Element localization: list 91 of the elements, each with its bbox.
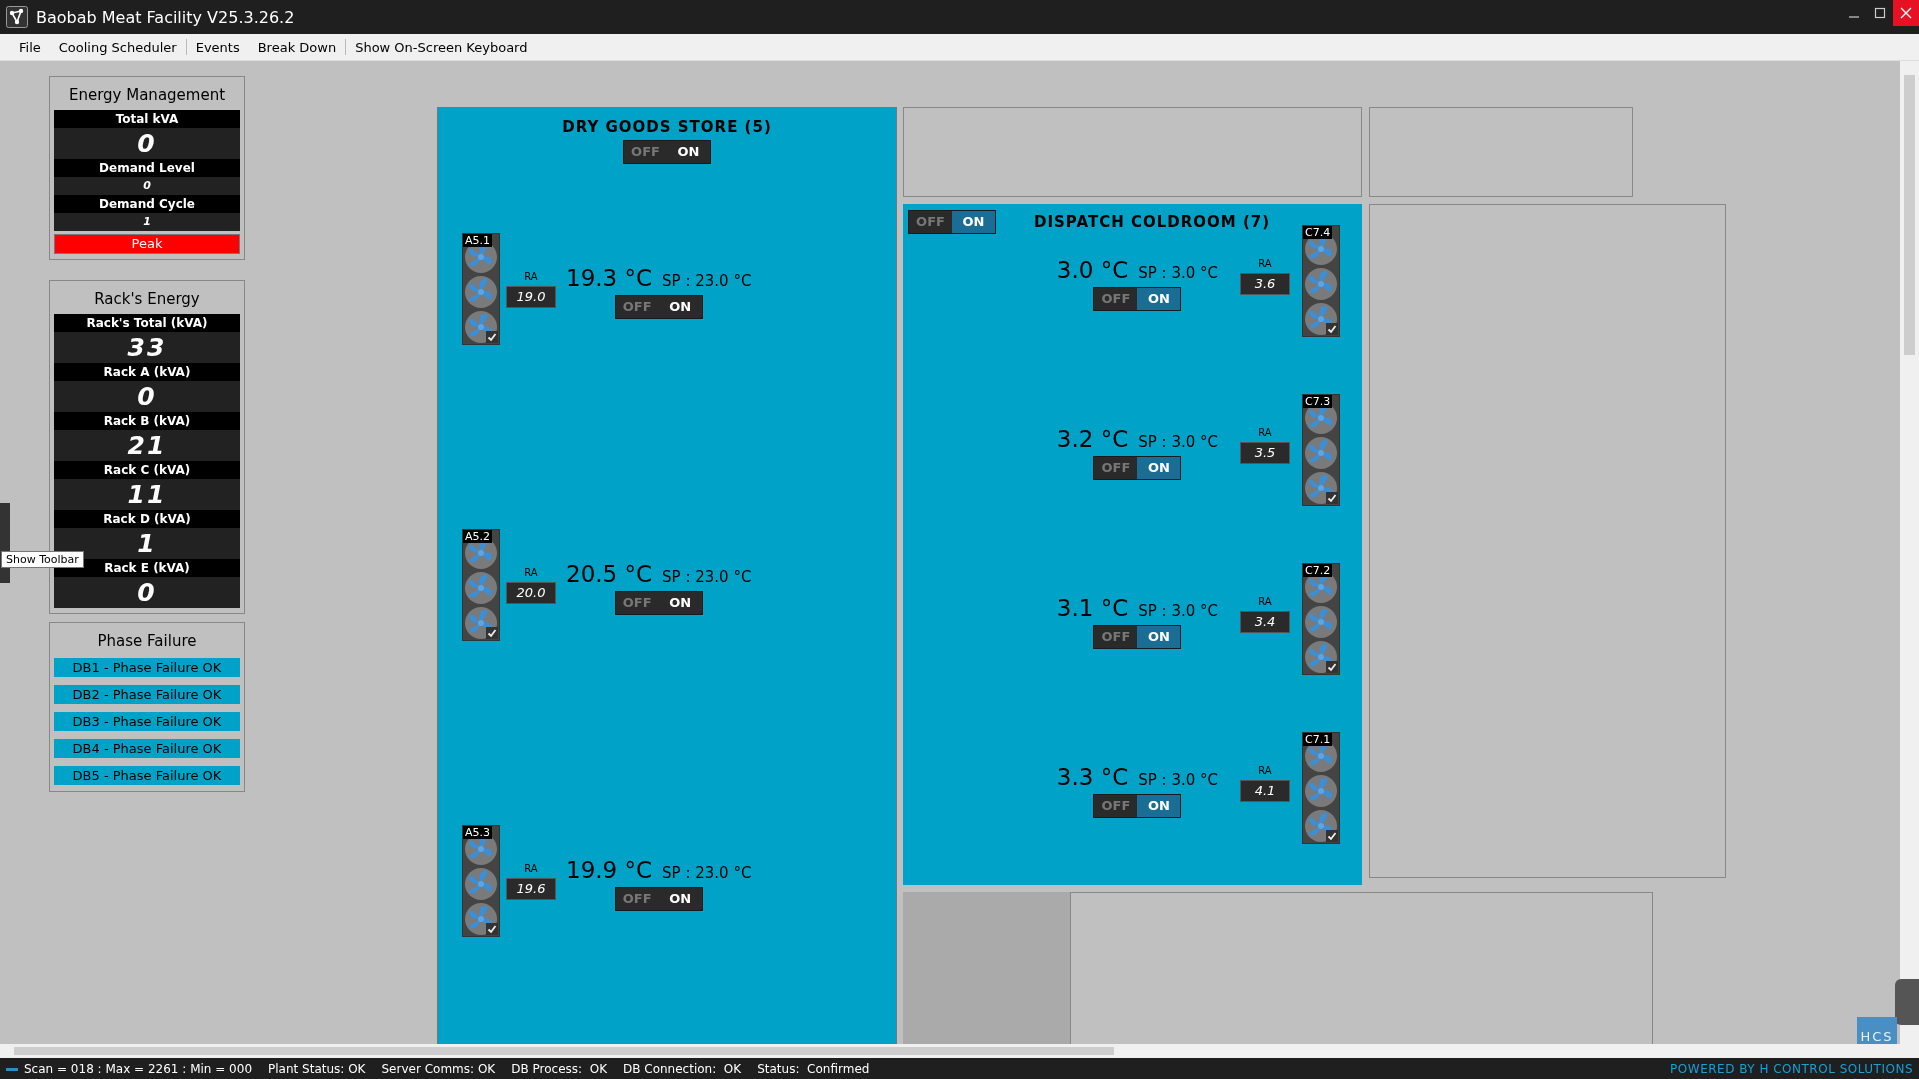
setpoint-reading: SP : 23.0 °C — [662, 864, 752, 882]
metric-label: Demand Cycle — [54, 195, 240, 213]
fan-unit-drawing: A5.1 — [462, 233, 500, 345]
on-off-toggle[interactable]: OFF ON — [614, 887, 703, 911]
company-logo: HCS — [1857, 1017, 1897, 1044]
ra-label: RA — [524, 862, 538, 874]
setpoint-reading: SP : 3.0 °C — [1138, 433, 1218, 451]
ra-value: 3.4 — [1240, 610, 1290, 633]
status-text: DB Connection: OK — [623, 1062, 742, 1076]
setpoint-reading: SP : 3.0 °C — [1138, 771, 1218, 789]
metric-label: Rack B (kVA) — [54, 412, 240, 430]
menu-item[interactable]: Break Down — [248, 39, 346, 55]
on-off-toggle[interactable]: OFF ON — [908, 210, 996, 234]
metric-label: Rack's Total (kVA) — [54, 314, 240, 332]
temperature-reading: 3.2 °C — [1056, 426, 1129, 452]
metric-value: 0 — [54, 177, 240, 195]
status-indicator-icon — [6, 1067, 18, 1071]
metric-value: 11 — [54, 479, 240, 510]
on-off-toggle[interactable]: OFF ON — [614, 591, 703, 615]
maximize-icon[interactable] — [1874, 7, 1886, 19]
menu-item[interactable]: File — [10, 39, 50, 55]
fan-unit-drawing: A5.3 — [462, 825, 500, 937]
metric-label: Rack C (kVA) — [54, 461, 240, 479]
status-text: Server Comms: OK — [381, 1062, 496, 1076]
temperature-reading: 19.9 °C — [566, 857, 653, 883]
phase-status: DB1 - Phase Failure OK — [54, 658, 240, 677]
setpoint-reading: SP : 23.0 °C — [662, 568, 752, 586]
fan-unit-drawing: C7.3 — [1302, 394, 1340, 506]
ra-value: 4.1 — [1240, 779, 1290, 802]
fan-unit-drawing: C7.1 — [1302, 732, 1340, 844]
on-off-toggle[interactable]: OFF ON — [614, 295, 703, 319]
on-off-toggle[interactable]: OFF ON — [1093, 625, 1182, 649]
temperature-reading: 3.3 °C — [1056, 764, 1129, 790]
menu-item[interactable]: Events — [186, 39, 249, 55]
panel-title: Rack's Energy — [93, 289, 201, 310]
powered-by-text: POWERED BY H CONTROL SOLUTIONS — [1670, 1062, 1914, 1076]
on-off-toggle[interactable]: OFF ON — [1093, 287, 1182, 311]
fan-unit-drawing: A5.2 — [462, 529, 500, 641]
temperature-reading: 19.3 °C — [566, 265, 653, 291]
on-off-toggle[interactable]: OFF ON — [1093, 456, 1182, 480]
status-text: Status: Confirmed — [757, 1062, 870, 1076]
peak-indicator: Peak — [54, 234, 240, 254]
fan-unit-drawing: C7.4 — [1302, 225, 1340, 337]
ra-label: RA — [1258, 257, 1272, 269]
ra-value: 20.0 — [506, 581, 556, 604]
ra-label: RA — [1258, 764, 1272, 776]
setpoint-reading: SP : 23.0 °C — [662, 272, 752, 290]
ra-value: 19.6 — [506, 877, 556, 900]
on-off-toggle[interactable]: OFF ON — [1093, 794, 1182, 818]
close-button[interactable] — [1893, 0, 1919, 26]
ra-label: RA — [1258, 595, 1272, 607]
temperature-reading: 20.5 °C — [566, 561, 653, 587]
status-text: DB Process: OK — [511, 1062, 607, 1076]
status-text: Plant Status: OK — [268, 1062, 366, 1076]
phase-status: DB4 - Phase Failure OK — [54, 739, 240, 758]
status-text: Scan = 018 : Max = 2261 : Min = 000 — [24, 1062, 253, 1076]
phase-status: DB3 - Phase Failure OK — [54, 712, 240, 731]
panel-title: Phase Failure — [96, 631, 198, 650]
on-off-toggle[interactable]: OFF ON — [623, 140, 711, 164]
ra-value: 3.5 — [1240, 441, 1290, 464]
close-icon — [1900, 7, 1912, 19]
metric-value: 0 — [54, 128, 240, 159]
metric-label: Rack D (kVA) — [54, 510, 240, 528]
room-title: DISPATCH COLDROOM (7) — [1034, 213, 1271, 231]
metric-value: 0 — [54, 577, 240, 608]
ra-label: RA — [1258, 426, 1272, 438]
ra-label: RA — [524, 270, 538, 282]
tooltip: Show Toolbar — [1, 551, 84, 568]
ra-value: 3.6 — [1240, 272, 1290, 295]
metric-value: 21 — [54, 430, 240, 461]
setpoint-reading: SP : 3.0 °C — [1138, 264, 1218, 282]
fan-unit-drawing: C7.2 — [1302, 563, 1340, 675]
phase-status: DB5 - Phase Failure OK — [54, 766, 240, 785]
ra-value: 19.0 — [506, 285, 556, 308]
panel-title: Energy Management — [67, 85, 227, 106]
room-title: DRY GOODS STORE (5) — [562, 118, 772, 136]
temperature-reading: 3.1 °C — [1056, 595, 1129, 621]
metric-label: Total kVA — [54, 110, 240, 128]
metric-label: Rack A (kVA) — [54, 363, 240, 381]
ra-label: RA — [524, 566, 538, 578]
metric-value: 0 — [54, 381, 240, 412]
window-title: Baobab Meat Facility V25.3.26.2 — [36, 7, 295, 27]
app-logo-icon — [6, 6, 28, 28]
setpoint-reading: SP : 3.0 °C — [1138, 602, 1218, 620]
phase-status: DB2 - Phase Failure OK — [54, 685, 240, 704]
metric-value: 33 — [54, 332, 240, 363]
menu-item[interactable]: Cooling Scheduler — [49, 39, 186, 55]
temperature-reading: 3.0 °C — [1056, 257, 1129, 283]
metric-value: 1 — [54, 213, 240, 231]
menu-item[interactable]: Show On-Screen Keyboard — [346, 39, 537, 55]
metric-label: Demand Level — [54, 159, 240, 177]
